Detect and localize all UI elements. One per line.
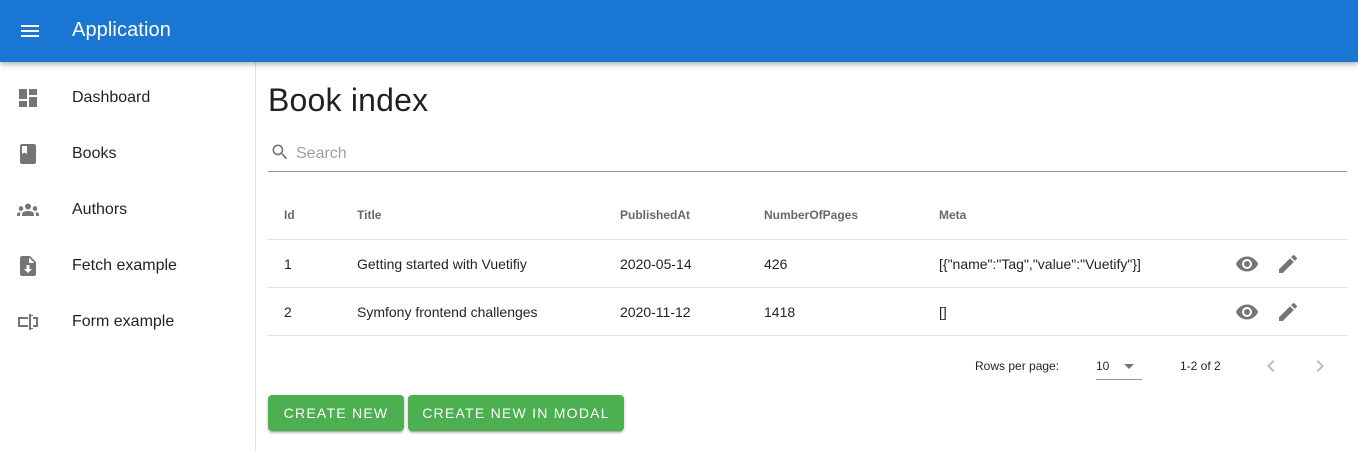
chevron-left-icon[interactable] [1259,354,1283,378]
eye-icon[interactable] [1235,252,1259,276]
sidebar-item-form-example[interactable]: Form example [0,290,255,346]
cell-title: Symfony frontend challenges [357,304,538,320]
menu-button[interactable] [12,13,48,49]
cell-meta: [{"name":"Tag","value":"Vuetify"}] [939,256,1141,272]
page-title: Book index [268,82,429,118]
cell-number-of-pages: 1418 [764,304,796,320]
table-footer: Rows per page: 10 1-2 of 2 [268,338,1347,394]
sidebar-item-label: Form example [72,313,175,330]
rows-per-page-value: 10 [1096,359,1110,373]
search-icon [272,144,288,160]
search-input[interactable] [296,144,1336,164]
pagination-range: 1-2 of 2 [1180,359,1221,373]
navigation-drawer: Dashboard Books Authors Fetch example Fo… [0,62,256,451]
create-new-button[interactable]: CREATE NEW [268,395,404,431]
table-header: Id Title PublishedAt NumberOfPages Meta [268,190,1347,240]
table-row: 1 Getting started with Vuetifiy 2020-05-… [268,240,1347,288]
column-header-number-of-pages[interactable]: NumberOfPages [764,208,858,222]
rows-per-page-select[interactable]: 10 [1096,350,1142,380]
column-header-id[interactable]: Id [284,208,295,222]
cell-published-at: 2020-05-14 [620,256,692,272]
cell-meta: [] [939,304,947,320]
rows-per-page-label: Rows per page: [975,359,1060,373]
hamburger-menu-icon [21,25,39,37]
file-download-icon [20,256,36,276]
search-field [268,138,1347,172]
sidebar-item-dashboard[interactable]: Dashboard [0,66,255,122]
sidebar-item-label: Books [72,145,117,162]
pencil-icon[interactable] [1276,252,1300,276]
app-bar: Application [0,0,1358,62]
cell-id: 2 [284,304,292,320]
column-header-published-at[interactable]: PublishedAt [620,208,690,222]
app-title: Application [72,19,171,41]
create-new-in-modal-button[interactable]: CREATE NEW IN MODAL [408,395,624,431]
cell-published-at: 2020-11-12 [620,304,691,320]
pencil-icon[interactable] [1276,300,1300,324]
account-group-icon [17,203,39,216]
main-content: Book index Id Title PublishedAt NumberOf… [268,62,1347,451]
book-icon [20,144,36,164]
column-header-meta[interactable]: Meta [939,208,966,222]
dashboard-icon [19,89,37,107]
cell-number-of-pages: 426 [764,256,788,272]
cell-title: Getting started with Vuetifiy [357,256,527,272]
sidebar-item-label: Dashboard [72,89,151,106]
form-textbox-icon [18,314,38,330]
sidebar-item-fetch-example[interactable]: Fetch example [0,234,255,290]
sidebar-item-authors[interactable]: Authors [0,178,255,234]
eye-icon[interactable] [1235,300,1259,324]
column-header-title[interactable]: Title [357,208,381,222]
sidebar-item-books[interactable]: Books [0,122,255,178]
table-row: 2 Symfony frontend challenges 2020-11-12… [268,288,1347,336]
chevron-right-icon[interactable] [1308,354,1332,378]
chevron-down-icon [1124,364,1134,369]
cell-id: 1 [284,256,292,272]
books-table: Id Title PublishedAt NumberOfPages Meta … [268,190,1347,336]
sidebar-item-label: Fetch example [72,257,177,274]
sidebar-item-label: Authors [72,201,128,218]
